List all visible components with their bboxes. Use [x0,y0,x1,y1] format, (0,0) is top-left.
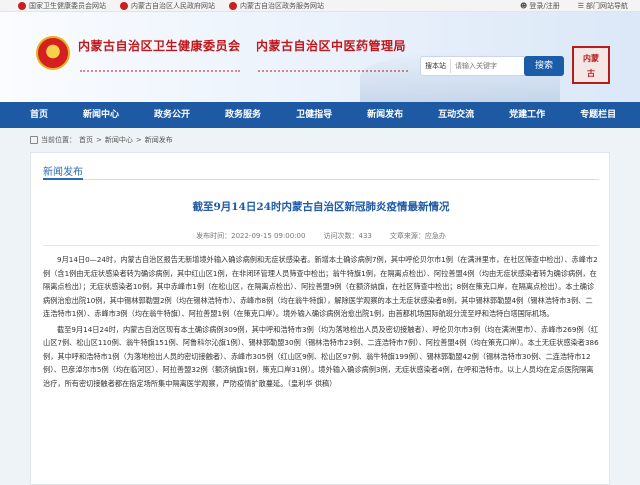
link-icon [18,2,26,10]
main-nav: 首页 新闻中心 政务公开 政务服务 卫健指导 新闻发布 互动交流 党建工作 专题… [0,102,640,128]
nav-item-gov-affairs[interactable]: 政务公开 [154,102,190,128]
breadcrumb-item-press-release[interactable]: 新闻发布 [145,135,173,145]
nav-item-party-building[interactable]: 党建工作 [509,102,545,128]
article-paragraph: 截至9月14日24时，内蒙古自治区现有本土确诊病例309例，其中呼和浩特市3例（… [43,324,599,388]
nav-item-press-release[interactable]: 新闻发布 [367,102,403,128]
link-icon [120,2,128,10]
article-source: 文章来源：应急办 [389,232,446,240]
article-card: 新闻发布 截至9月14日24时内蒙古自治区新冠肺炎疫情最新情况 发布时间：202… [30,152,610,485]
breadcrumb-item-news-center[interactable]: 新闻中心 [105,135,133,145]
article-paragraph: 9月14日0—24时，内蒙古自治区报告无新增境外输入确诊病例和无症状感染者。新增… [43,255,598,318]
top-links-bar: 国家卫生健康委员会网站 内蒙古自治区人民政府网站 内蒙古自治区政务服务网站 ☻ 登… [0,0,640,12]
user-icon: ☻ [520,2,528,10]
national-emblem-icon [36,36,70,70]
topbar-right: ☻ 登录/注册 ☰ 部门网站导航 [520,1,628,11]
search-scope-select[interactable]: 搜本站 [421,59,451,73]
article-body: 9月14日0—24时，内蒙古自治区报告无新增境外输入确诊病例和无症状感染者。新增… [43,253,599,392]
home-icon [30,136,38,144]
nav-item-health-guidance[interactable]: 卫健指导 [296,102,332,128]
site-header: 内蒙古自治区卫生健康委员会 内蒙古自治区中医药管理局 搜本站 搜索 内蒙古 [0,12,640,102]
nav-item-gov-services[interactable]: 政务服务 [225,102,261,128]
mongolian-title-2 [258,58,408,72]
article-meta: 发布时间：2022-09-15 09:00:00 访问次数：433 文章来源：应… [31,231,611,241]
topbar-link-government[interactable]: 内蒙古自治区人民政府网站 [120,1,215,11]
nav-item-interaction[interactable]: 互动交流 [438,102,474,128]
breadcrumb-item-home[interactable]: 首页 [79,135,93,145]
meta-divider [43,245,599,246]
site-title-tcm-administration[interactable]: 内蒙古自治区中医药管理局 [256,37,406,54]
view-count: 访问次数：433 [323,232,372,240]
site-title-health-commission[interactable]: 内蒙古自治区卫生健康委员会 [78,37,241,54]
breadcrumb-separator: > [96,136,102,144]
section-divider [43,178,599,180]
mongolian-title-1 [80,58,240,72]
publish-time: 发布时间：2022-09-15 09:00:00 [196,232,306,240]
dept-nav-link[interactable]: ☰ 部门网站导航 [578,1,628,11]
topbar-link-nhc[interactable]: 国家卫生健康委员会网站 [18,1,106,11]
breadcrumb-separator: > [135,136,142,144]
seal-logo: 内蒙古 [572,46,610,84]
menu-icon: ☰ [577,2,584,10]
search-input[interactable] [451,58,529,74]
section-heading: 新闻发布 [43,167,83,178]
external-links: 国家卫生健康委员会网站 内蒙古自治区人民政府网站 内蒙古自治区政务服务网站 [18,1,324,11]
nav-item-special-topics[interactable]: 专题栏目 [580,102,616,128]
breadcrumb: 当前位置： 首页 > 新闻中心 > 新闻发布 [30,132,173,148]
link-icon [229,2,237,10]
search-button[interactable]: 搜索 [524,56,564,76]
nav-item-news-center[interactable]: 新闻中心 [83,102,119,128]
topbar-link-services[interactable]: 内蒙古自治区政务服务网站 [229,1,324,11]
nav-item-home[interactable]: 首页 [30,102,48,128]
article-title: 截至9月14日24时内蒙古自治区新冠肺炎疫情最新情况 [192,201,450,213]
breadcrumb-prefix: 当前位置： [41,136,76,144]
login-link[interactable]: ☻ 登录/注册 [520,1,560,11]
